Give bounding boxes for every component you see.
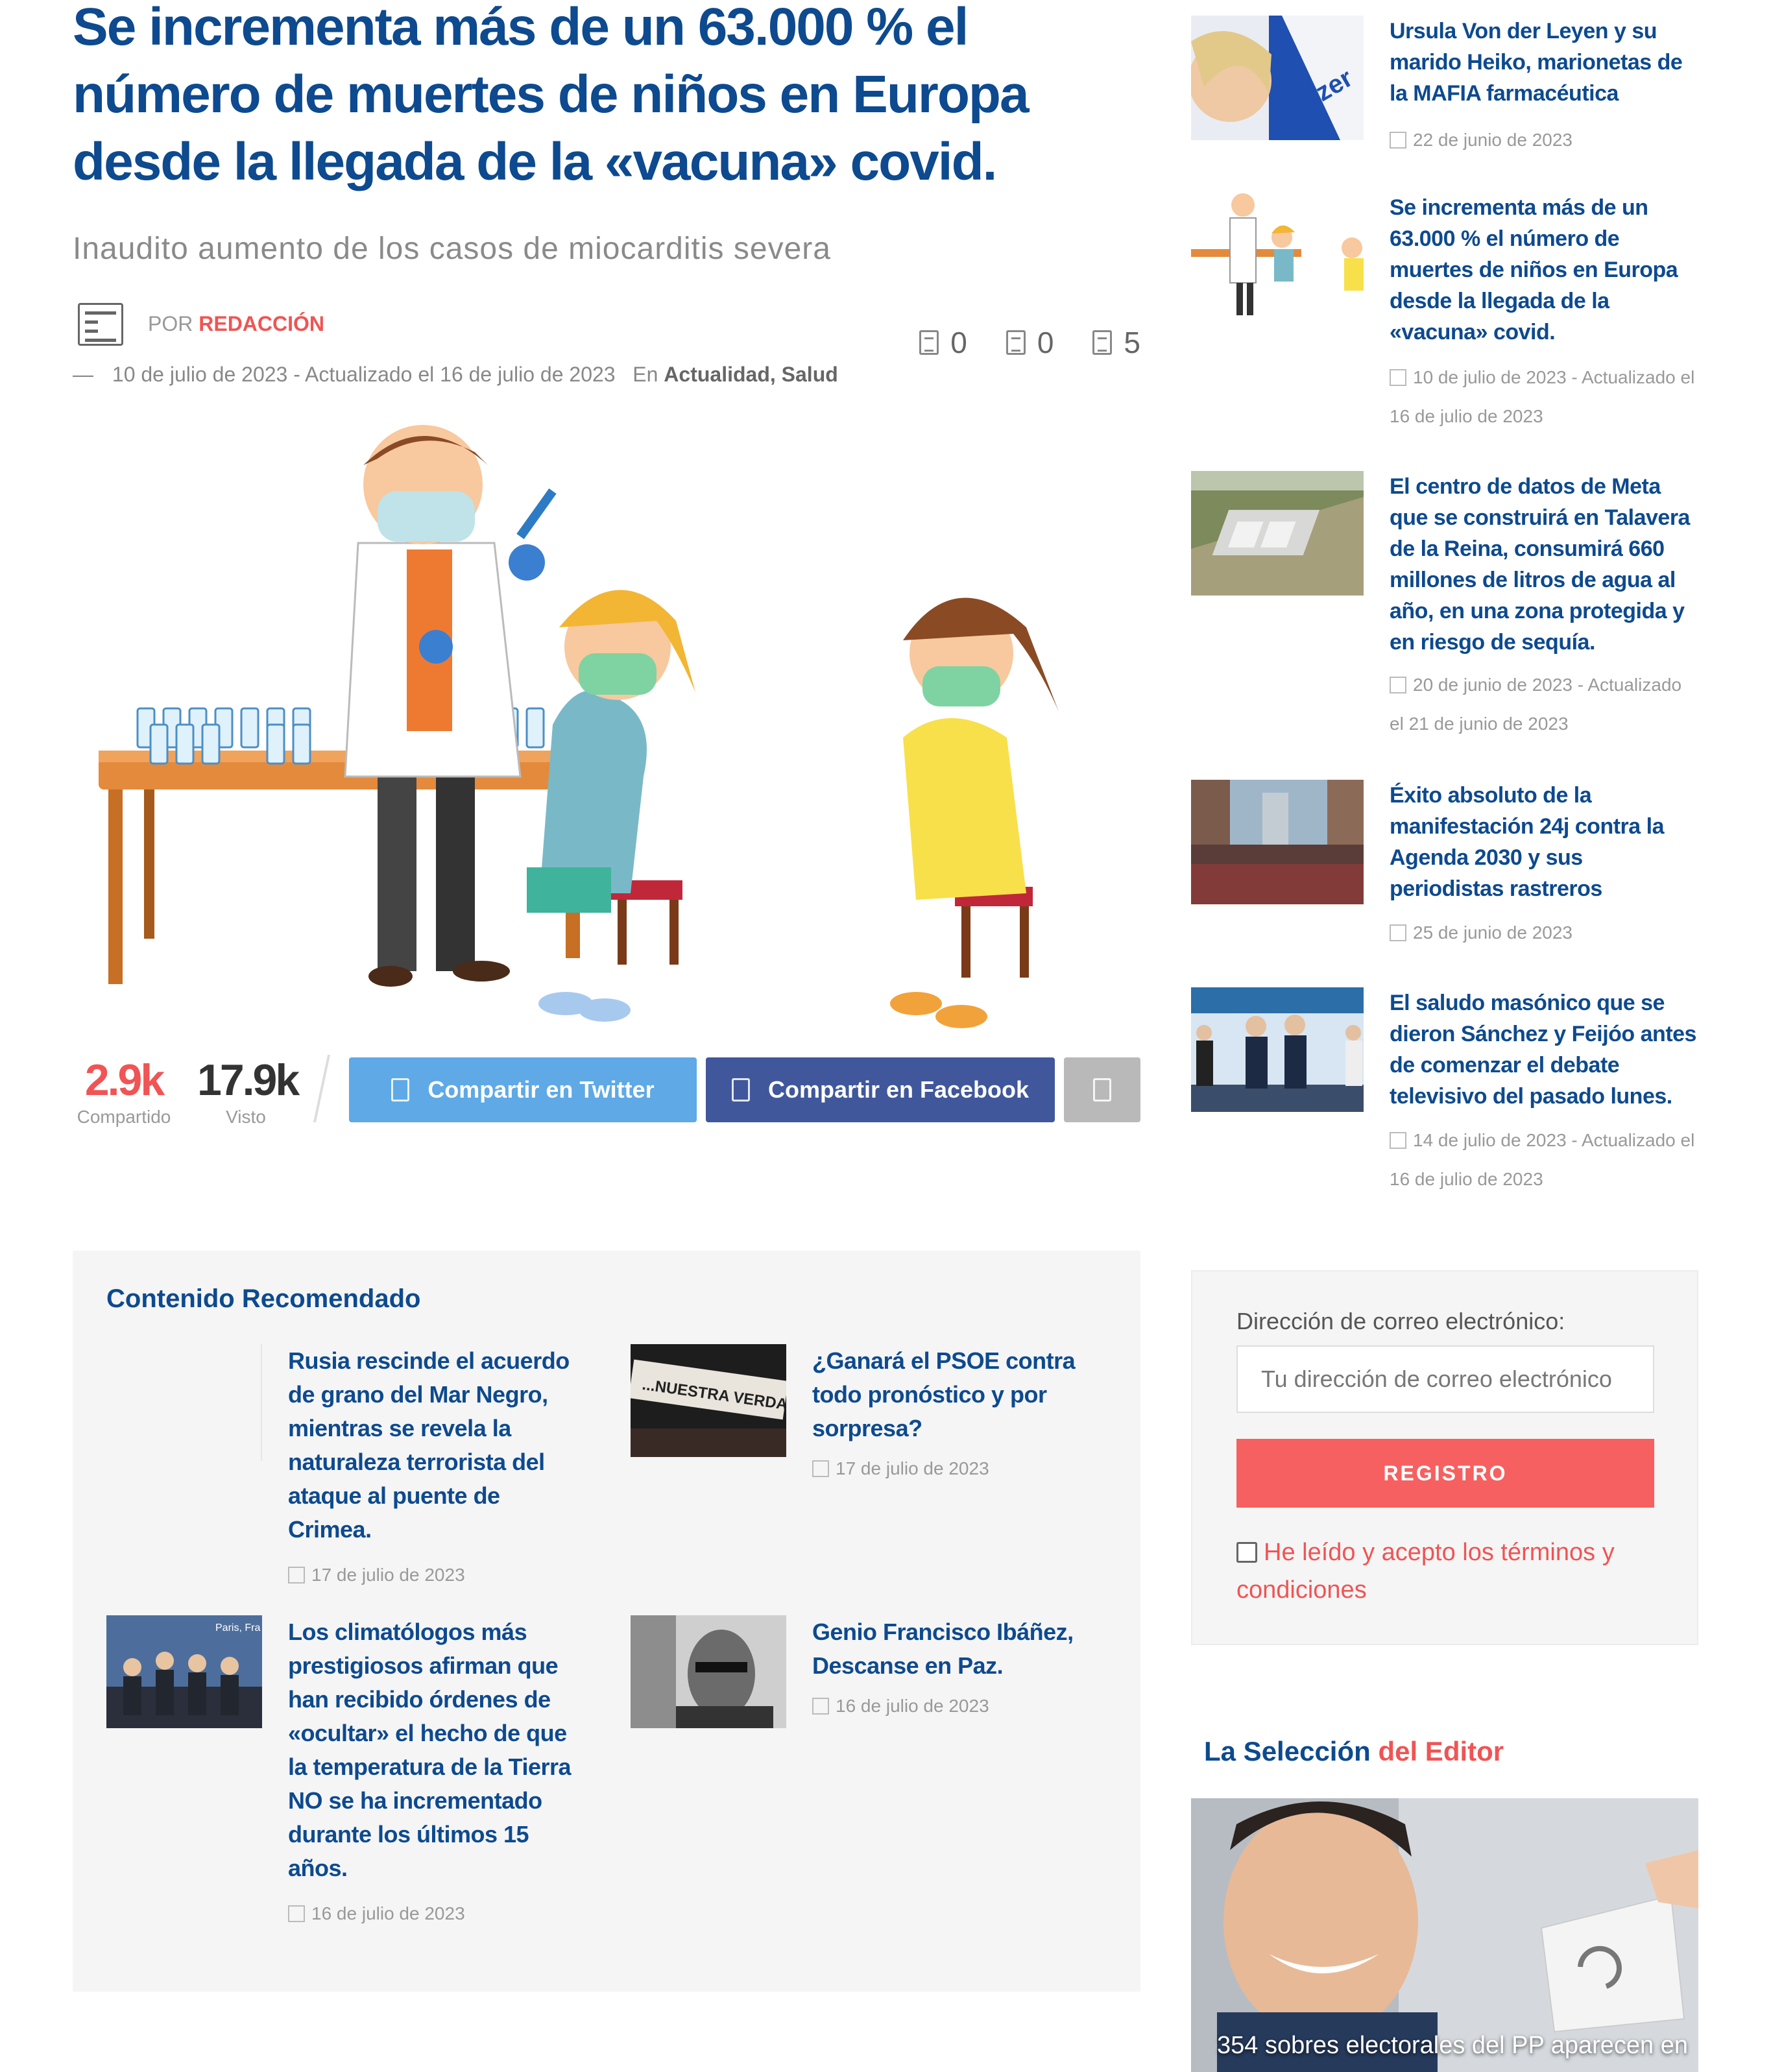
- facebook-icon: [731, 1078, 750, 1102]
- recommended-item-title[interactable]: Rusia rescinde el acuerdo de grano del M…: [288, 1344, 586, 1547]
- article-meta: POR REDACCIÓN 0 0 5 — 10 de julio de 202…: [73, 303, 1140, 407]
- recommended-item-title[interactable]: ¿Ganará el PSOE contra todo pronóstico y…: [812, 1344, 1111, 1445]
- shared-stat: 2.9k Compartido: [77, 1055, 171, 1127]
- recommended-thumb-portrait: [631, 1615, 786, 1728]
- views-stat: 17.9k Visto: [197, 1055, 300, 1127]
- sidebar-post-title[interactable]: Ursula Von der Leyen y su marido Heiko, …: [1390, 16, 1698, 109]
- article-counters: 0 0 5: [919, 325, 1140, 360]
- recommended-title: Contenido Recomendado: [106, 1284, 421, 1313]
- newsletter-box: Dirección de correo electrónico: REGISTR…: [1191, 1270, 1698, 1645]
- share-twitter-button[interactable]: Compartir en Twitter: [349, 1057, 697, 1122]
- article-subtitle: Inaudito aumento de los casos de miocard…: [73, 232, 831, 266]
- sidebar-post-title[interactable]: Éxito absoluto de la manifestación 24j c…: [1390, 780, 1698, 904]
- sidebar-thumb-von-der-leyen: Pfizer: [1191, 16, 1364, 140]
- byline-prefix: POR: [148, 312, 193, 335]
- share-facebook-button[interactable]: Compartir en Facebook: [706, 1057, 1055, 1122]
- recommended-item-date: 16 de julio de 2023: [288, 1903, 465, 1924]
- twitter-icon: [391, 1078, 410, 1102]
- editor-pick-title: La Selección del Editor: [1204, 1736, 1504, 1766]
- calendar-icon: [1390, 132, 1406, 149]
- recommended-section: Contenido Recomendado Rusia rescinde el …: [73, 1251, 1140, 1992]
- calendar-icon: [1390, 369, 1406, 386]
- comments-counter[interactable]: 0: [919, 325, 967, 360]
- editor-pick-card[interactable]: 354 sobres electorales del PP aparecen e…: [1191, 1798, 1698, 2072]
- more-share-icon: [1093, 1078, 1111, 1102]
- sidebar-post[interactable]: El centro de datos de Meta que se constr…: [1191, 471, 1698, 743]
- sidebar-thumb-debate: [1191, 987, 1364, 1112]
- recommended-item[interactable]: Genio Francisco Ibáñez, Descanse en Paz.…: [631, 1615, 1111, 1745]
- recommended-thumb-protest: ...NUESTRA VERDAD: [631, 1344, 786, 1457]
- article-title: Se incrementa más de un 63.000 % el núme…: [73, 0, 1030, 191]
- email-label: Dirección de correo electrónico:: [1236, 1308, 1565, 1334]
- calendar-icon: [288, 1905, 305, 1922]
- sidebar-thumb-vaccine: [1191, 192, 1364, 317]
- recommended-item[interactable]: Paris, Fra Los climatólogos más prestigi…: [106, 1615, 586, 1940]
- terms-row: He leído y acepto los términos y condici…: [1236, 1534, 1652, 1609]
- shares-counter[interactable]: 5: [1092, 325, 1140, 360]
- sidebar-post-date: 25 de junio de 2023: [1390, 913, 1698, 952]
- sidebar-post-title[interactable]: El centro de datos de Meta que se constr…: [1390, 471, 1698, 658]
- share-more-button[interactable]: [1064, 1057, 1140, 1122]
- share-bar: 2.9k Compartido 17.9k Visto Compartir en…: [73, 1055, 1140, 1127]
- sidebar-post-date: 20 de junio de 2023 - Actualizado el 21 …: [1390, 675, 1682, 734]
- calendar-icon: [1390, 924, 1406, 941]
- share-divider: [313, 1055, 331, 1122]
- article-dateline: — 10 de julio de 2023 - Actualizado el 1…: [73, 363, 838, 386]
- hero-illustration: [99, 425, 1059, 1028]
- recommended-item-date: 17 de julio de 2023: [288, 1565, 465, 1585]
- calendar-icon: [1390, 1132, 1406, 1149]
- sidebar-post[interactable]: Éxito absoluto de la manifestación 24j c…: [1191, 780, 1698, 948]
- sidebar-post[interactable]: El saludo masónico que se dieron Sánchez…: [1191, 987, 1698, 1201]
- calendar-icon: [288, 1567, 305, 1584]
- article-date: 10 de julio de 2023 - Actualizado el 16 …: [112, 363, 616, 386]
- recommended-item-title[interactable]: Los climatólogos más prestigiosos afirma…: [288, 1615, 586, 1885]
- editor-pick-image: [1191, 1798, 1698, 2072]
- terms-label[interactable]: He leído y acepto los términos y condici…: [1236, 1539, 1615, 1604]
- calendar-icon: [812, 1698, 829, 1715]
- article-main: Se incrementa más de un 63.000 % el núme…: [73, 0, 1140, 1127]
- sidebar-thumb-demonstration: [1191, 780, 1364, 904]
- recommended-item[interactable]: ...NUESTRA VERDAD ¿Ganará el PSOE contra…: [631, 1344, 1111, 1487]
- register-button[interactable]: REGISTRO: [1236, 1439, 1654, 1508]
- recommended-item[interactable]: Rusia rescinde el acuerdo de grano del M…: [106, 1344, 573, 1585]
- recommended-thumb-empty: [106, 1344, 262, 1461]
- author-link[interactable]: REDACCIÓN: [199, 312, 324, 335]
- sidebar-post-title[interactable]: El saludo masónico que se dieron Sánchez…: [1390, 987, 1698, 1112]
- byline: POR REDACCIÓN: [148, 312, 324, 336]
- sidebar-post[interactable]: Pfizer Ursula Von der Leyen y su marido …: [1191, 16, 1698, 165]
- sidebar-post-date: 14 de julio de 2023 - Actualizado el 16 …: [1390, 1130, 1695, 1189]
- editor-pick-caption[interactable]: 354 sobres electorales del PP aparecen e…: [1217, 2032, 1688, 2060]
- categories-prefix: En: [632, 363, 658, 386]
- recommended-item-date: 17 de julio de 2023: [812, 1458, 989, 1479]
- recommended-thumb-scientists: Paris, Fra: [106, 1615, 262, 1728]
- recommended-item-title[interactable]: Genio Francisco Ibáñez, Descanse en Paz.: [812, 1615, 1111, 1683]
- comment-icon: [919, 330, 939, 355]
- likes-counter[interactable]: 0: [1006, 325, 1054, 360]
- heart-icon: [1006, 330, 1026, 355]
- svg-text:Paris, Fra: Paris, Fra: [215, 1622, 260, 1633]
- newspaper-icon: [78, 303, 123, 346]
- calendar-icon: [812, 1460, 829, 1477]
- sidebar-thumb-data-center: [1191, 471, 1364, 596]
- calendar-icon: [1390, 677, 1406, 693]
- share-icon: [1092, 330, 1113, 355]
- article-categories[interactable]: Actualidad, Salud: [664, 363, 837, 386]
- terms-checkbox[interactable]: [1236, 1542, 1257, 1563]
- sidebar-post-date: 22 de junio de 2023: [1390, 121, 1698, 160]
- sidebar-post[interactable]: Se incrementa más de un 63.000 % el núme…: [1191, 192, 1698, 439]
- sidebar-post-title[interactable]: Se incrementa más de un 63.000 % el núme…: [1390, 192, 1698, 348]
- recommended-item-date: 16 de julio de 2023: [812, 1696, 989, 1717]
- sidebar-post-date: 10 de julio de 2023 - Actualizado el 16 …: [1390, 367, 1695, 426]
- email-field[interactable]: [1236, 1345, 1654, 1413]
